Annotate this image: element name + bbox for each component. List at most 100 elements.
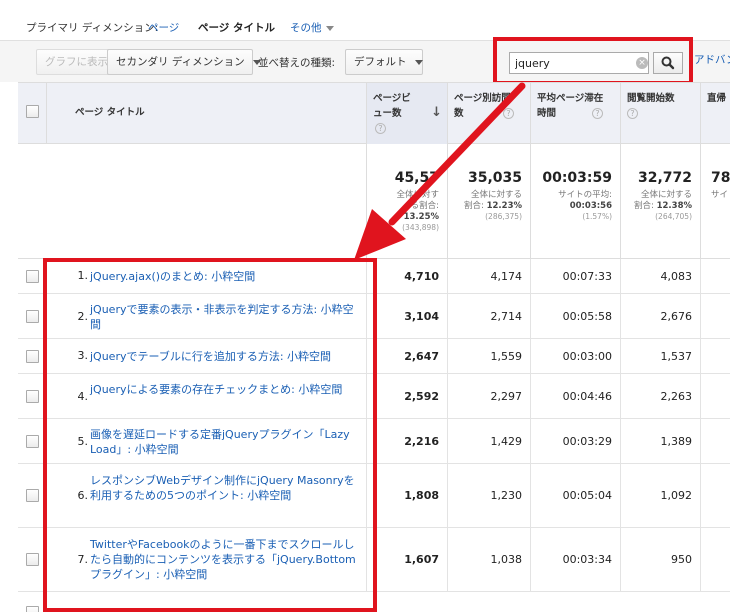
header-pageviews[interactable]: ページビュー数 ? ↓ [366,83,447,145]
row-bounce [700,464,730,527]
total-entrances-base: (264,705) [655,212,692,221]
row-entrances: 1,537 [620,339,700,373]
primary-dimension-label: プライマリ ディメンション: [26,22,159,34]
row-checkbox[interactable] [26,606,39,612]
row-unique: 1,230 [447,464,530,527]
clear-icon[interactable]: × [636,57,648,69]
header-entrances-label: 閲覧開始数 [627,93,675,104]
total-pageviews-pct: 13.25% [403,212,439,222]
secondary-dimension-dropdown[interactable]: セカンダリ ディメンション [107,49,261,75]
header-select-cell [18,83,46,145]
help-icon[interactable]: ? [592,108,603,119]
row-entrances: 2,676 [620,294,700,338]
help-icon[interactable]: ? [503,108,514,119]
header-page-title[interactable]: ページ タイトル [46,83,366,145]
show-graph-button[interactable]: グラフに表示 [36,49,117,75]
dimension-page-link[interactable]: ページ [148,20,179,35]
total-entrances: 32,772 全体に対する 割合: 12.38% (264,705) [620,144,700,259]
row-entrances: 1,389 [620,419,700,463]
row-bounce [700,528,730,591]
total-bounce-sub1: サイ [711,190,729,200]
total-bounce-value: 78 [711,170,730,186]
header-entrances[interactable]: 閲覧開始数 ? [620,83,700,145]
header-pageviews-label: ページビュー数 [373,93,411,119]
row-checkbox[interactable] [26,310,39,323]
row-bounce [700,339,730,373]
row-avgtime: 00:04:46 [530,374,620,418]
total-avgtime-value: 00:03:59 [542,170,612,186]
total-pageviews-sub2: る割合: [410,201,439,211]
secondary-dimension-label: セカンダリ ディメンション [116,56,245,68]
titles-highlight-box [43,258,377,612]
total-unique-value: 35,035 [467,170,522,186]
sort-type-label: 並べ替えの種類: [258,57,336,69]
row-checkbox[interactable] [26,270,39,283]
total-avgtime-sub1: サイトの平均: [558,190,612,200]
total-bounce: 78 サイ [700,144,730,259]
row-avgtime: 00:03:29 [530,419,620,463]
dimension-page-title-active[interactable]: ページ タイトル [198,20,275,35]
total-pageviews: 45,57 全体に対す る割合: 13.25% (343,898) [366,144,447,259]
chevron-down-icon [325,25,334,31]
total-avg-time: 00:03:59 サイトの平均: 00:03:56 (1.57%) [530,144,620,259]
row-checkbox[interactable] [26,489,39,502]
row-entrances: 950 [620,528,700,591]
search-highlight-box: × [493,37,693,85]
row-pageviews: 2,592 [366,374,447,418]
totals-row: 45,57 全体に対す る割合: 13.25% (343,898) 35,035… [18,144,730,259]
row-pageviews: 3,104 [366,294,447,338]
row-pageviews: 2,216 [366,419,447,463]
row-avgtime: 00:05:58 [530,294,620,338]
primary-dimension-bar: プライマリ ディメンション: ページ ページ タイトル その他 [0,0,730,40]
select-all-checkbox[interactable] [26,105,39,118]
total-unique-base: (286,375) [485,212,522,221]
row-entrances: 2,263 [620,374,700,418]
row-avgtime: 00:03:00 [530,339,620,373]
row-unique: 1,038 [447,528,530,591]
row-pageviews: 4,710 [366,259,447,293]
header-unique-pageviews[interactable]: ページ別訪問数 ? [447,83,530,145]
total-unique-sub2: 割合: [464,201,484,211]
row-avgtime: 00:05:04 [530,464,620,527]
help-icon[interactable]: ? [627,108,638,119]
header-bounce[interactable]: 直帰 [700,83,730,145]
row-avgtime: 00:03:34 [530,528,620,591]
advanced-filter-link[interactable]: アドバン [694,52,730,67]
row-pageviews: 2,647 [366,339,447,373]
row-checkbox[interactable] [26,390,39,403]
total-unique-pct: 12.23% [486,201,522,211]
sort-type-dropdown[interactable]: デフォルト [345,49,423,75]
total-pageviews-value: 45,57 [394,170,439,186]
row-bounce [700,259,730,293]
row-checkbox[interactable] [26,435,39,448]
total-avgtime-pct: 00:03:56 [569,201,612,211]
totals-label-cell [18,144,366,259]
sort-type-value: デフォルト [354,56,407,68]
total-entrances-sub1: 全体に対する [640,190,692,200]
row-entrances: 1,092 [620,464,700,527]
row-avgtime: 00:07:33 [530,259,620,293]
row-pageviews: 1,607 [366,528,447,591]
search-button[interactable] [653,52,683,74]
total-entrances-sub2: 割合: [634,201,654,211]
total-avgtime-base: (1.57%) [582,212,612,221]
row-unique: 2,297 [447,374,530,418]
search-icon [661,56,675,70]
help-icon[interactable]: ? [375,123,386,134]
row-bounce [700,419,730,463]
dimension-other-dropdown[interactable]: その他 [290,20,334,35]
row-checkbox[interactable] [26,350,39,363]
row-unique: 2,714 [447,294,530,338]
sort-arrow-down-icon[interactable]: ↓ [431,105,442,120]
total-entrances-value: 32,772 [637,170,692,186]
row-unique: 1,559 [447,339,530,373]
row-checkbox[interactable] [26,553,39,566]
row-entrances: 4,083 [620,259,700,293]
total-unique: 35,035 全体に対する 割合: 12.23% (286,375) [447,144,530,259]
dimension-other-label: その他 [290,22,322,34]
row-pageviews: 1,808 [366,464,447,527]
table-header: ページ タイトル ページビュー数 ? ↓ ページ別訪問数 ? 平均ページ滞在時間… [18,82,730,145]
row-bounce [700,374,730,418]
table-search-input[interactable] [509,52,649,74]
header-avg-time[interactable]: 平均ページ滞在時間 ? [530,83,620,145]
